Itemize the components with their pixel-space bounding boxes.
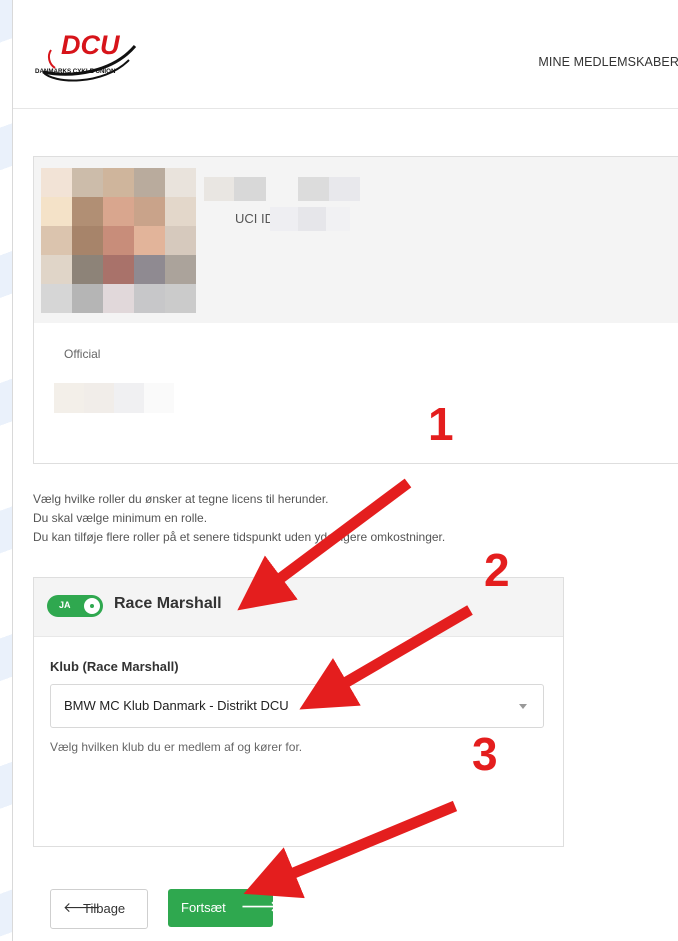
race-marshall-toggle[interactable]: JA (47, 595, 103, 617)
instruction-line: Du kan tilføje flere roller på et senere… (33, 530, 446, 544)
background-pattern (0, 0, 12, 941)
role-card-race-marshall: JA Race Marshall Klub (Race Marshall) BM… (33, 577, 564, 847)
profile-photo (41, 168, 196, 313)
instruction-line: Vælg hvilke roller du ønsker at tegne li… (33, 492, 329, 506)
toggle-label: JA (59, 600, 71, 610)
uci-id-label: UCI ID (235, 211, 274, 226)
nav-my-memberships[interactable]: MINE MEDLEMSKABER (538, 55, 678, 69)
instruction-line: Du skal vælge minimum en rolle. (33, 511, 208, 525)
chevron-down-icon (519, 704, 527, 709)
continue-button[interactable]: Fortsæt 🡒 (168, 889, 279, 927)
club-select[interactable]: BMW MC Klub Danmark - Distrikt DCU (50, 684, 544, 728)
back-button[interactable]: 🡐 Tilbage (50, 889, 148, 929)
back-button-label: Tilbage (83, 901, 126, 916)
role-title: Race Marshall (114, 595, 222, 612)
redacted-uci-id (270, 207, 350, 231)
redacted-role-detail (54, 383, 174, 413)
site-header: DCU DANMARKS CYKLE UNION MINE MEDLEMSKAB… (13, 0, 678, 109)
continue-button-label: Fortsæt (181, 900, 226, 915)
svg-text:DANMARKS CYKLE UNION: DANMARKS CYKLE UNION (35, 68, 116, 75)
club-select-value: BMW MC Klub Danmark - Distrikt DCU (64, 698, 289, 713)
role-official-label: Official (64, 347, 101, 361)
club-help-text: Vælg hvilken klub du er medlem af og kør… (50, 740, 303, 754)
profile-header: UCI ID (34, 157, 678, 323)
profile-card: UCI ID Official (33, 156, 678, 464)
app-frame: DCU DANMARKS CYKLE UNION MINE MEDLEMSKAB… (12, 0, 678, 941)
annotation-step-2: 2 (484, 544, 510, 596)
svg-text:DCU: DCU (61, 30, 121, 60)
redacted-name (298, 177, 360, 201)
annotation-step-3: 3 (472, 728, 498, 780)
club-field-label: Klub (Race Marshall) (50, 659, 179, 674)
redacted-name (204, 177, 266, 201)
role-instructions: Vælg hvilke roller du ønsker at tegne li… (33, 490, 445, 547)
dcu-logo[interactable]: DCU DANMARKS CYKLE UNION (33, 26, 143, 98)
annotation-step-1: 1 (428, 398, 454, 450)
toggle-knob (84, 598, 100, 614)
arrow-right-icon: 🡒 (241, 898, 279, 914)
